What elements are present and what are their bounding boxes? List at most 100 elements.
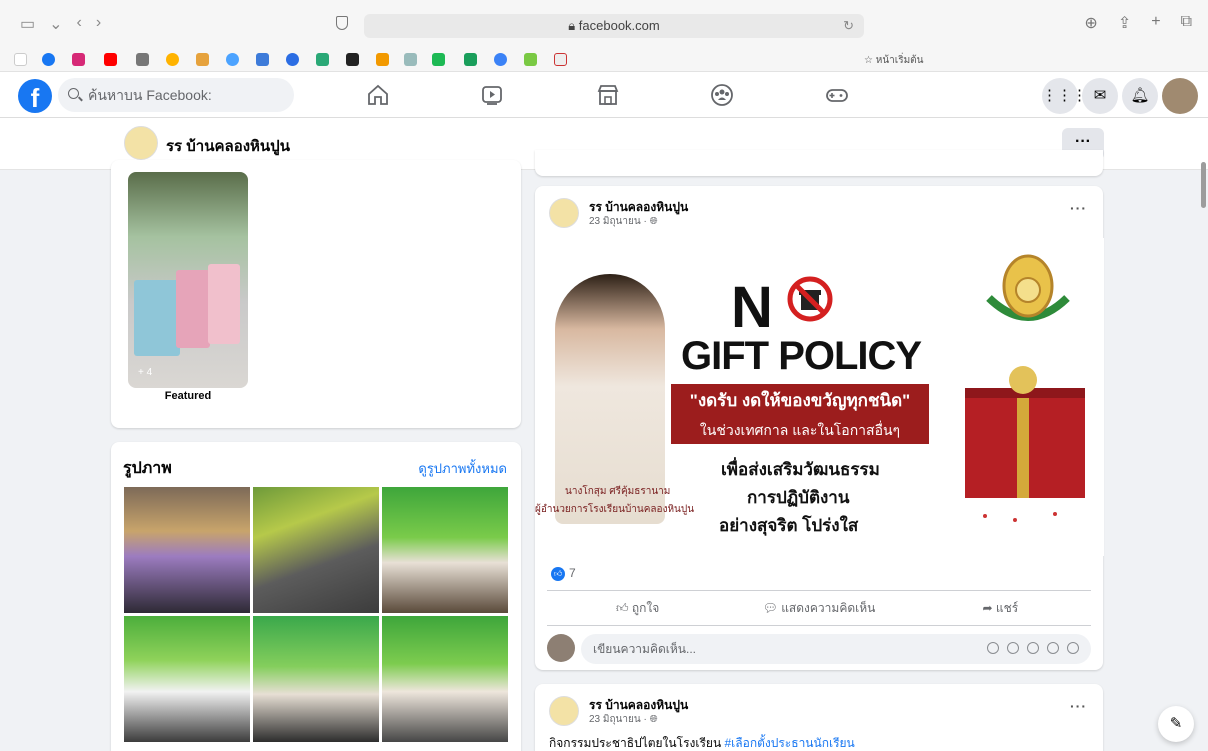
back-icon[interactable]: ‹ (77, 14, 82, 34)
featured-card: + 4 Featured (111, 160, 521, 428)
google-favicon[interactable] (14, 53, 27, 66)
download-icon[interactable]: ⊕ (1084, 13, 1097, 33)
scrollbar-thumb[interactable] (1201, 162, 1206, 208)
reload-icon[interactable]: ↻ (843, 14, 854, 38)
poster-headline: GIFT POLICY (681, 334, 922, 378)
profile-avatar[interactable] (1162, 78, 1198, 114)
photo-thumbnail[interactable] (124, 487, 250, 613)
menu-grid-icon[interactable]: ⋮⋮⋮ (1042, 78, 1087, 114)
post-more-button[interactable]: ··· (1070, 200, 1087, 216)
forward-icon[interactable]: › (96, 14, 101, 34)
sticker-icon[interactable] (1067, 642, 1079, 654)
photos-title: รูปภาพ (123, 460, 172, 477)
share-button[interactable]: ➦ แชร์ (910, 591, 1091, 625)
globe-icon: 🌐︎ (649, 714, 658, 725)
facebook-favicon[interactable] (42, 53, 55, 66)
post-image[interactable]: N GIFT POLICY "งดรับ งดให้ของขวัญทุกชนิด… (535, 238, 1104, 556)
photo-thumbnail[interactable] (382, 616, 508, 742)
comment-label: แสดงความคิดเห็น (781, 601, 876, 615)
analytics-favicon[interactable] (376, 53, 389, 66)
comment-input[interactable]: เขียนความคิดเห็น... (581, 634, 1091, 664)
photo-thumbnail[interactable] (253, 616, 379, 742)
notifications-bell-icon[interactable]: 🔔︎ (1122, 78, 1158, 114)
photo-thumbnail[interactable] (382, 487, 508, 613)
bookmark-favicon[interactable] (432, 53, 445, 66)
facebook-logo[interactable]: f (18, 79, 52, 113)
commenter-avatar[interactable] (547, 634, 575, 662)
home-icon[interactable] (365, 82, 391, 108)
like-button[interactable]: 👍︎ ถูกใจ (547, 591, 728, 625)
privacy-shield-icon[interactable] (336, 16, 348, 30)
share-arrow-icon: ➦ (982, 601, 996, 615)
url-text: facebook.com (578, 18, 660, 33)
featured-thumbnail[interactable]: + 4 (128, 172, 248, 388)
post-text: กิจกรรมประชาธิปไตยในโรงเรียน #เลือกตั้งป… (549, 734, 855, 751)
comment-button[interactable]: 💬︎ แสดงความคิดเห็น (728, 591, 909, 625)
wifi-favicon[interactable] (404, 53, 417, 66)
new-tab-icon[interactable]: + (1151, 13, 1160, 33)
post-author-avatar[interactable] (549, 696, 579, 726)
globe-icon: 🌐︎ (649, 216, 658, 227)
photo-thumbnail[interactable] (124, 616, 250, 742)
gaming-icon[interactable] (824, 82, 850, 108)
post-time-text: 23 มิถุนายน · (589, 216, 650, 227)
groups-icon[interactable] (709, 82, 735, 108)
post-more-button[interactable]: ··· (1070, 698, 1087, 714)
bookmark-favicon[interactable] (464, 53, 477, 66)
like-reaction-icon: 👍︎ (551, 566, 565, 581)
post-timestamp[interactable]: 23 มิถุนายน · 🌐︎ (589, 214, 658, 229)
post-author-avatar[interactable] (549, 198, 579, 228)
bookmark-favicon[interactable] (226, 53, 239, 66)
emoji-icon[interactable] (1007, 642, 1019, 654)
youtube-favicon[interactable] (104, 53, 117, 66)
pdf-favicon[interactable] (554, 53, 567, 66)
new-message-button[interactable]: ✎ (1158, 706, 1194, 742)
home-bookmark[interactable]: ☆ หน้าเริ่มต้น (864, 53, 924, 68)
post-card: รร บ้านคลองหินปูน 23 มิถุนายน · 🌐︎ ··· N… (535, 186, 1104, 670)
chevron-down-icon[interactable]: ⌄ (49, 14, 62, 34)
sidebar-toggle-icon[interactable]: ▭ (20, 14, 35, 34)
post-time-text: 23 มิถุนายน · (589, 714, 650, 725)
post-body-text: กิจกรรมประชาธิปไตยในโรงเรียน (549, 736, 725, 750)
like-label: ถูกใจ (631, 601, 660, 615)
bookmark-favicon[interactable] (196, 53, 209, 66)
reaction-summary[interactable]: 👍︎ 7 (551, 566, 576, 581)
bag-image (208, 264, 240, 344)
bookmark-favicon[interactable] (494, 53, 507, 66)
bookmark-favicon[interactable] (286, 53, 299, 66)
gif-icon[interactable] (1047, 642, 1059, 654)
more-photos-count: + 4 (138, 367, 153, 378)
search-input[interactable]: ค้นหาบน Facebook: (58, 78, 294, 112)
bookmark-favicon[interactable] (166, 53, 179, 66)
marketplace-icon[interactable] (595, 82, 621, 108)
messenger-icon[interactable]: ✉︎ (1082, 78, 1118, 114)
bookmark-favicon[interactable] (524, 53, 537, 66)
bag-image (176, 270, 210, 348)
hashtag-link[interactable]: #เลือกตั้งประธานนักเรียน (724, 736, 854, 750)
instagram-favicon[interactable] (72, 53, 85, 66)
comment-tools (987, 642, 1079, 654)
previous-post-footer (535, 150, 1103, 176)
notion-favicon[interactable] (136, 53, 149, 66)
bookmark-favicon[interactable] (316, 53, 329, 66)
post-timestamp[interactable]: 23 มิถุนายน · 🌐︎ (589, 712, 658, 727)
see-all-photos-link[interactable]: ดูรูปภาพทั้งหมด (418, 458, 507, 479)
page-name[interactable]: รร บ้านคลองหินปูน (166, 134, 290, 158)
address-bar[interactable]: 🔒︎ facebook.com ↻ (364, 14, 864, 38)
share-icon[interactable]: ⇪ (1118, 13, 1131, 33)
page-avatar[interactable] (124, 126, 158, 160)
tiktok-favicon[interactable] (346, 53, 359, 66)
camera-icon[interactable] (1027, 642, 1039, 654)
lock-icon: 🔒︎ (568, 18, 579, 33)
reaction-count: 7 (569, 566, 576, 580)
photo-thumbnail[interactable] (253, 487, 379, 613)
comment-composer: เขียนความคิดเห็น... (547, 634, 1091, 666)
bookmark-favicon[interactable] (256, 53, 269, 66)
post-card: รร บ้านคลองหินปูน 23 มิถุนายน · 🌐︎ ··· ก… (535, 684, 1103, 751)
avatar-sticker-icon[interactable] (987, 642, 999, 654)
no-gift-icon (787, 276, 833, 322)
search-placeholder: ค้นหาบน Facebook: (88, 87, 212, 103)
watch-icon[interactable] (479, 82, 505, 108)
poster-line: เพื่อส่งเสริมวัฒนธรรม (721, 460, 880, 479)
tab-overview-icon[interactable]: ⧉ (1181, 13, 1192, 33)
